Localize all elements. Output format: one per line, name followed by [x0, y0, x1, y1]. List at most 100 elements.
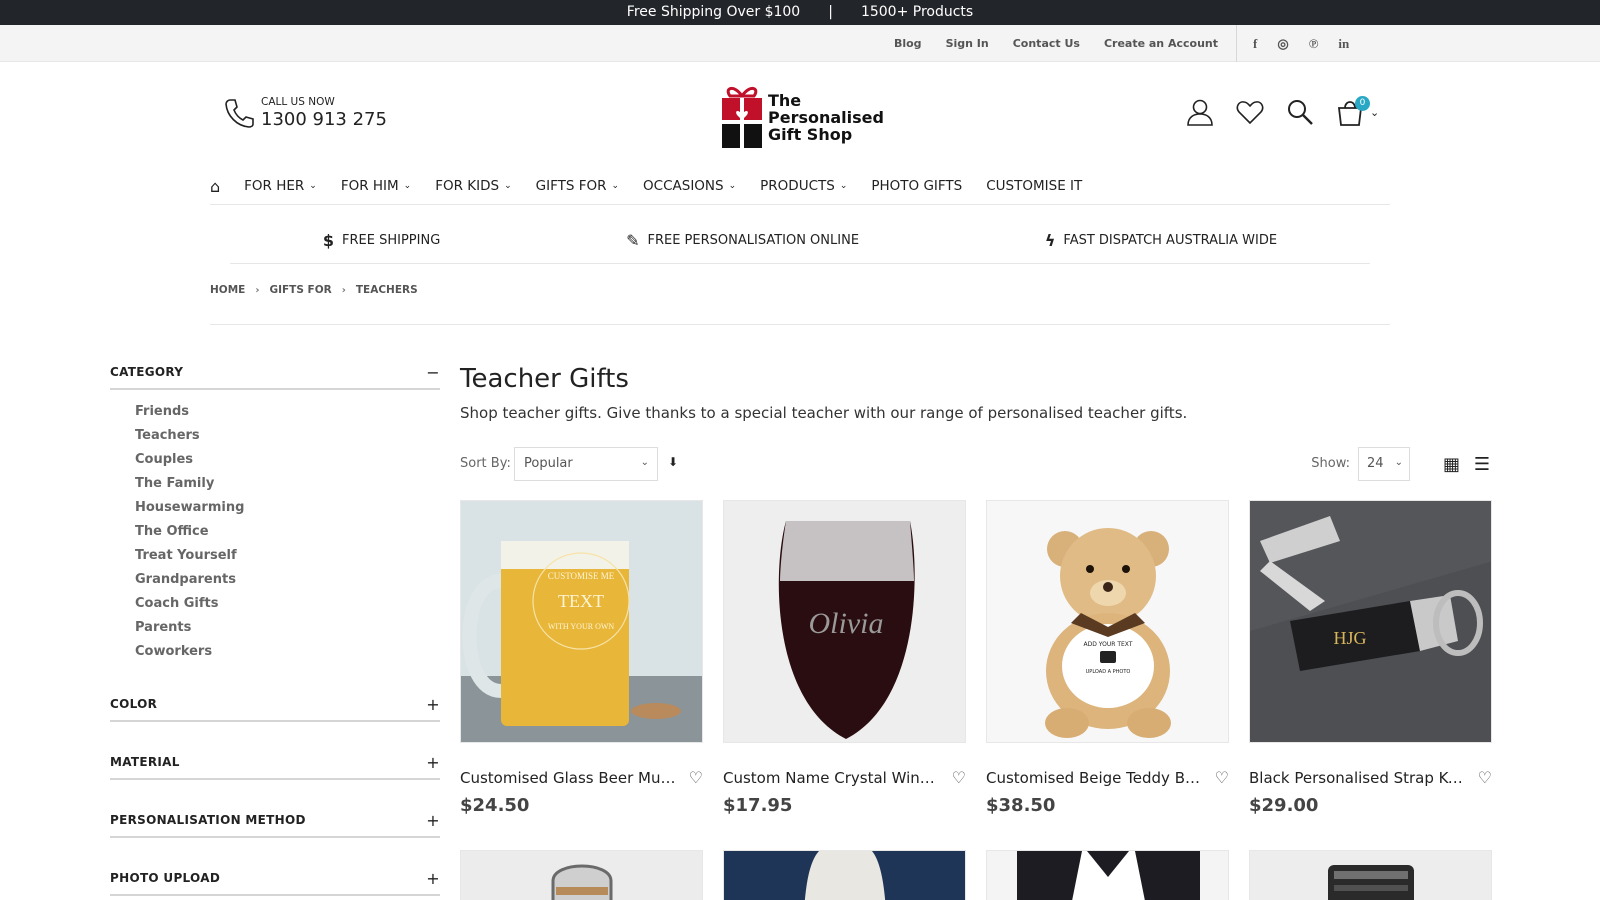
sort-direction-arrow-icon[interactable]: ⬇	[668, 455, 678, 469]
call-us[interactable]: CALL US NOW 1300 913 275	[224, 96, 387, 130]
cart-count-badge: 0	[1355, 96, 1370, 111]
promo-shipping: Free Shipping Over $100	[626, 4, 801, 20]
product-card[interactable]: TEXT CUSTOMISE ME WITH YOUR OWN Customis…	[460, 500, 703, 816]
product-card-partial[interactable]	[1249, 850, 1492, 900]
pinterest-icon[interactable]: ℗	[1309, 36, 1319, 52]
linkedin-icon[interactable]: in	[1338, 36, 1349, 52]
feature-label: FREE PERSONALISATION ONLINE	[647, 233, 860, 248]
wishlist-heart-icon[interactable]: ♡	[952, 768, 966, 787]
nav-label: FOR HER	[244, 178, 305, 194]
product-image[interactable]: ADD YOUR TEXT UPLOAD A PHOTO	[986, 500, 1229, 743]
image-text: TEXT	[558, 591, 604, 611]
site-logo[interactable]: The Personalised Gift Shop	[720, 84, 884, 150]
category-item[interactable]: Couples	[135, 448, 440, 472]
page-title: Teacher Gifts	[460, 364, 629, 394]
category-item[interactable]: Coach Gifts	[135, 592, 440, 616]
breadcrumb-current: TEACHERS	[355, 284, 418, 296]
filter-color-header[interactable]: COLOR +	[110, 692, 440, 722]
dollar-icon: $	[322, 231, 335, 250]
nav-label: CUSTOMISE IT	[986, 178, 1083, 194]
phone-icon	[225, 99, 254, 128]
product-card[interactable]: Olivia Custom Name Crystal Wine ... ♡ $17…	[723, 500, 966, 816]
nav-gifts-for[interactable]: GIFTS FOR ⌄	[536, 178, 619, 194]
filter-personalisation-header[interactable]: PERSONALISATION METHOD +	[110, 808, 440, 838]
nav-occasions[interactable]: OCCASIONS ⌄	[643, 178, 736, 194]
filter-color: COLOR +	[110, 692, 440, 722]
filter-photo-upload-header[interactable]: PHOTO UPLOAD +	[110, 866, 440, 896]
instagram-icon[interactable]: ◎	[1277, 36, 1288, 52]
product-card[interactable]: ADD YOUR TEXT UPLOAD A PHOTO Customised …	[986, 500, 1229, 816]
nav-customise-it[interactable]: CUSTOMISE IT	[986, 178, 1082, 194]
category-item[interactable]: Grandparents	[135, 568, 440, 592]
nav-for-her[interactable]: FOR HER ⌄	[244, 178, 317, 194]
expand-icon[interactable]: +	[426, 695, 440, 714]
category-item[interactable]: Friends	[135, 400, 440, 424]
sort-select[interactable]: Popular ⌄	[514, 447, 658, 481]
show-limit-select[interactable]: 24 ⌄	[1358, 447, 1410, 481]
wishlist-heart-icon[interactable]: ♡	[1215, 768, 1229, 787]
grid-view-icon[interactable]: ▦	[1443, 454, 1460, 475]
expand-icon[interactable]: +	[426, 753, 440, 772]
nav-for-kids[interactable]: FOR KIDS ⌄	[435, 178, 511, 194]
blog-link[interactable]: Blog	[894, 37, 922, 50]
product-name[interactable]: Custom Name Crystal Wine ...	[723, 769, 941, 787]
category-header: Teacher Gifts Shop teacher gifts. Give t…	[460, 364, 1490, 422]
breadcrumb-gifts-for[interactable]: GIFTS FOR	[269, 284, 331, 296]
product-card-partial[interactable]	[723, 850, 966, 900]
product-image[interactable]: Olivia	[723, 500, 966, 743]
nav-for-him[interactable]: FOR HIM ⌄	[341, 178, 411, 194]
chevron-down-icon: ⌄	[403, 181, 412, 191]
header-icons: ⌄	[1186, 98, 1379, 126]
wishlist-heart-icon[interactable]	[1236, 98, 1264, 126]
filter-material-header[interactable]: MATERIAL +	[110, 750, 440, 780]
chevron-down-icon: ⌄	[309, 181, 317, 191]
home-icon[interactable]: ⌂	[210, 177, 220, 196]
nav-products[interactable]: PRODUCTS ⌄	[760, 178, 847, 194]
chevron-down-icon: ⌄	[728, 181, 737, 191]
product-card-partial[interactable]	[460, 850, 703, 900]
search-icon[interactable]	[1286, 98, 1314, 126]
promo-divider: |	[828, 4, 833, 20]
user-icon[interactable]	[1186, 98, 1214, 126]
category-item[interactable]: Coworkers	[135, 640, 440, 664]
show-value: 24	[1367, 456, 1384, 471]
create-account-link[interactable]: Create an Account	[1104, 37, 1218, 50]
category-item[interactable]: Treat Yourself	[135, 544, 440, 568]
chevron-right-icon: ›	[255, 284, 260, 296]
wishlist-heart-icon[interactable]: ♡	[689, 768, 703, 787]
product-image[interactable]: TEXT CUSTOMISE ME WITH YOUR OWN	[460, 500, 703, 743]
logo-line-1: The	[768, 90, 802, 110]
sign-in-link[interactable]: Sign In	[946, 37, 989, 50]
call-number[interactable]: 1300 913 275	[261, 109, 387, 130]
collapse-icon[interactable]: −	[426, 363, 440, 382]
product-name[interactable]: Customised Glass Beer Mug ...	[460, 769, 678, 787]
wishlist-heart-icon[interactable]: ♡	[1478, 768, 1492, 787]
category-item[interactable]: The Family	[135, 472, 440, 496]
contact-us-link[interactable]: Contact Us	[1013, 37, 1080, 50]
product-image[interactable]: HJG	[1249, 500, 1492, 743]
filter-photo-upload: PHOTO UPLOAD +	[110, 866, 440, 896]
category-item[interactable]: The Office	[135, 520, 440, 544]
sort-value: Popular	[524, 456, 573, 471]
product-name[interactable]: Black Personalised Strap Key...	[1249, 769, 1467, 787]
category-item[interactable]: Teachers	[135, 424, 440, 448]
expand-icon[interactable]: +	[426, 869, 440, 888]
breadcrumb: HOME › GIFTS FOR › TEACHERS	[210, 284, 418, 296]
product-name[interactable]: Customised Beige Teddy Bear	[986, 769, 1204, 787]
product-card-partial[interactable]	[986, 850, 1229, 900]
list-view-icon[interactable]: ☰	[1474, 454, 1490, 475]
nav-label: GIFTS FOR	[535, 178, 607, 194]
page-description: Shop teacher gifts. Give thanks to a spe…	[460, 404, 1188, 422]
filter-category-header[interactable]: CATEGORY −	[110, 360, 440, 390]
expand-icon[interactable]: +	[426, 811, 440, 830]
sort-label: Sort By:	[460, 456, 511, 471]
filter-title: MATERIAL	[110, 755, 180, 769]
nav-photo-gifts[interactable]: PHOTO GIFTS	[871, 178, 962, 194]
logo-line-3: Gift Shop	[768, 124, 853, 144]
category-item[interactable]: Parents	[135, 616, 440, 640]
product-card[interactable]: HJG Black Personalised Strap Key... ♡ $29…	[1249, 500, 1492, 816]
breadcrumb-home[interactable]: HOME	[210, 284, 245, 296]
category-item[interactable]: Housewarming	[135, 496, 440, 520]
facebook-icon[interactable]: f	[1253, 36, 1257, 52]
cart-chevron-down-icon[interactable]: ⌄	[1370, 106, 1379, 119]
